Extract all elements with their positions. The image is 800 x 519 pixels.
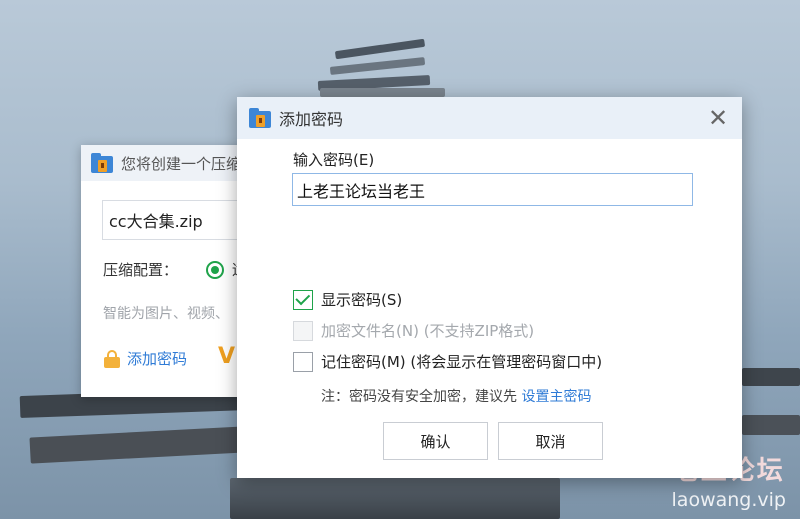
create-archive-titlebar: 您将创建一个压缩 [81,145,251,181]
smart-compression-hint: 智能为图片、视频、 [103,306,229,322]
close-icon[interactable]: ✕ [706,104,730,132]
compression-config-row: 压缩配置： 适 [103,259,247,280]
remember-password-option[interactable]: 记住密码(M) (将会显示在管理密码窗口中) [293,351,602,372]
archive-filename-field[interactable]: cc大合集.zip [102,200,251,240]
show-password-option[interactable]: 显示密码(S) [293,289,402,310]
show-password-checkbox[interactable] [293,289,313,310]
dialog-title: 添加密码 [279,110,344,129]
encrypt-filenames-option: 加密文件名(N) (不支持ZIP格式) [293,320,534,341]
encrypt-filenames-label: 加密文件名(N) (不支持ZIP格式) [321,322,535,340]
set-master-password-link[interactable]: 设置主密码 [521,389,591,405]
remember-password-checkbox[interactable] [293,351,313,372]
add-password-dialog: 添加密码 ✕ 输入密码(E) 显示密码(S) 加密文件名(N) (不支持ZIP格… [237,97,742,478]
pier-plank [29,426,246,464]
zip-archive-icon [91,153,113,173]
create-archive-window: 您将创建一个压缩 cc大合集.zip 压缩配置： 适 智能为图片、视频、 添加密… [81,145,251,397]
pier-plank [742,415,800,435]
zip-archive-icon [249,108,271,128]
add-password-link[interactable]: 添加密码 [103,348,187,369]
show-password-label: 显示密码(S) [321,291,403,309]
security-note-text: 注：密码没有安全加密，建议先 [321,389,522,405]
compression-config-label: 压缩配置： [103,261,179,279]
ok-button[interactable]: 确认 [383,422,488,460]
add-password-label: 添加密码 [127,350,188,368]
pier-deck [230,478,560,519]
pier-plank [334,38,426,60]
cancel-button[interactable]: 取消 [498,422,603,460]
checkmark-icon [294,289,310,305]
v-logo-icon: V [218,344,236,369]
watermark-url: laowang.vip [671,489,786,511]
pier-plank [329,57,426,75]
dialog-titlebar: 添加密码 ✕ [237,97,742,139]
security-note: 注：密码没有安全加密，建议先 设置主密码 [321,386,591,406]
password-label: 输入密码(E) [293,151,375,169]
create-archive-title: 您将创建一个压缩 [121,154,242,173]
password-input[interactable] [292,173,693,206]
pier-plank [320,88,445,97]
lock-icon [103,349,121,368]
remember-password-label: 记住密码(M) (将会显示在管理密码窗口中) [321,353,603,371]
compression-option-radio[interactable] [206,260,225,279]
pier-plank [742,368,800,386]
encrypt-filenames-checkbox [293,320,313,341]
